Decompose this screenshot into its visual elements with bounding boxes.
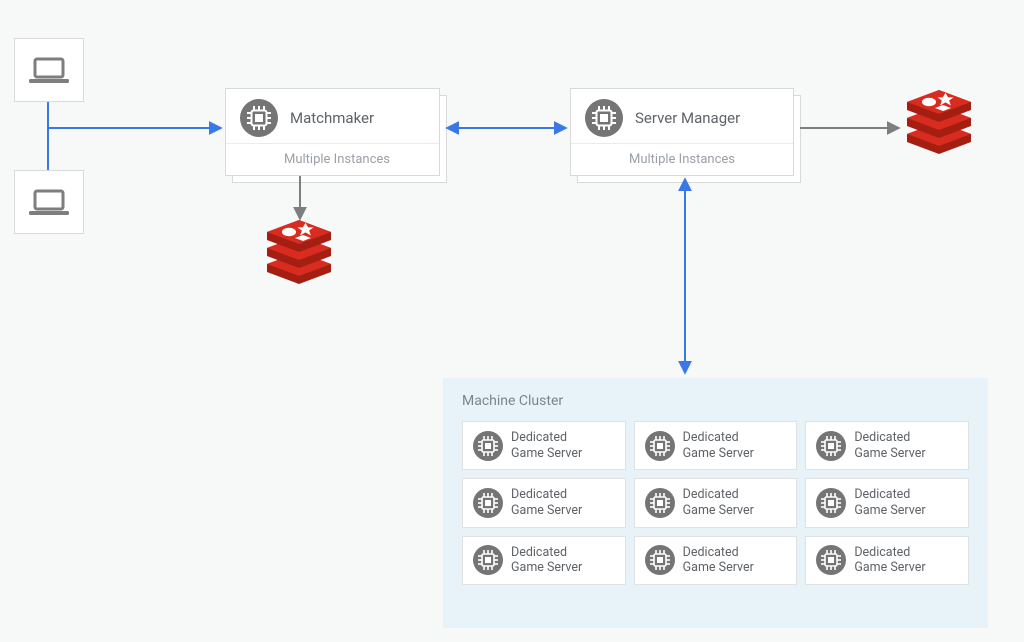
- game-server-label: DedicatedGame Server: [511, 430, 582, 461]
- game-server-cell: DedicatedGame Server: [634, 478, 798, 527]
- game-server-cell: DedicatedGame Server: [462, 536, 626, 585]
- matchmaker-subtitle: Multiple Instances: [226, 143, 439, 175]
- compute-icon: [816, 488, 846, 518]
- compute-icon: [816, 545, 846, 575]
- compute-icon: [473, 431, 503, 461]
- cluster-title: Machine Cluster: [462, 393, 969, 409]
- game-server-label: DedicatedGame Server: [511, 545, 582, 576]
- compute-icon: [645, 431, 675, 461]
- laptop-icon: [29, 187, 69, 217]
- game-server-label: DedicatedGame Server: [854, 430, 925, 461]
- matchmaker-service: Matchmaker Multiple Instances: [225, 88, 440, 176]
- machine-cluster: Machine Cluster DedicatedGame Server Ded…: [443, 378, 988, 628]
- compute-icon: [645, 545, 675, 575]
- server-manager-title: Server Manager: [635, 109, 740, 127]
- game-server-label: DedicatedGame Server: [683, 430, 754, 461]
- server-manager-subtitle: Multiple Instances: [571, 143, 793, 175]
- game-server-cell: DedicatedGame Server: [634, 421, 798, 470]
- game-server-label: DedicatedGame Server: [683, 487, 754, 518]
- cluster-grid: DedicatedGame Server DedicatedGame Serve…: [462, 421, 969, 585]
- matchmaker-title: Matchmaker: [290, 109, 374, 127]
- game-server-label: DedicatedGame Server: [683, 545, 754, 576]
- server-manager-service: Server Manager Multiple Instances: [570, 88, 794, 176]
- compute-icon: [240, 99, 278, 137]
- laptop-icon: [29, 55, 69, 85]
- game-server-cell: DedicatedGame Server: [805, 536, 969, 585]
- compute-icon: [816, 431, 846, 461]
- game-server-label: DedicatedGame Server: [511, 487, 582, 518]
- compute-icon: [645, 488, 675, 518]
- client-laptop-1: [14, 38, 84, 102]
- game-server-cell: DedicatedGame Server: [805, 478, 969, 527]
- game-server-cell: DedicatedGame Server: [462, 421, 626, 470]
- client-laptop-2: [14, 170, 84, 234]
- compute-icon: [585, 99, 623, 137]
- game-server-label: DedicatedGame Server: [854, 545, 925, 576]
- compute-icon: [473, 545, 503, 575]
- compute-icon: [473, 488, 503, 518]
- game-server-label: DedicatedGame Server: [854, 487, 925, 518]
- game-server-cell: DedicatedGame Server: [634, 536, 798, 585]
- game-server-cell: DedicatedGame Server: [805, 421, 969, 470]
- game-server-cell: DedicatedGame Server: [462, 478, 626, 527]
